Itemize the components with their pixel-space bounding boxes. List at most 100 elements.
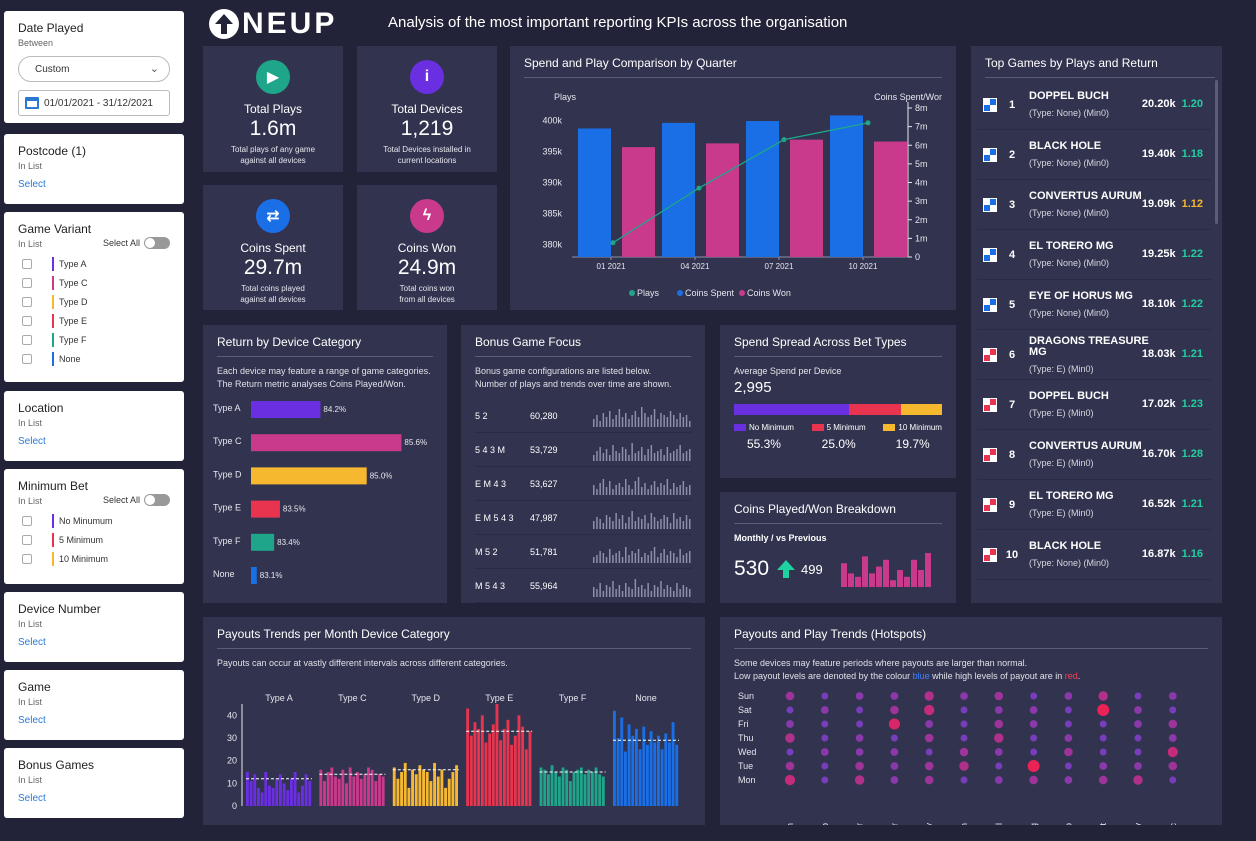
top-game-row[interactable]: 10 BLACK HOLE (Type: None) (Min0) 16.87k 1.1… [977, 530, 1211, 580]
top-game-row[interactable]: 1 DOPPEL BUCH (Type: None) (Min0) 20.20k 1.2… [977, 80, 1211, 130]
sparkline-bar [663, 484, 665, 495]
day-label: Sun [738, 691, 754, 701]
sparkline-bar [644, 552, 646, 563]
sparkline-bar [679, 484, 681, 495]
top-game-row[interactable]: 2 BLACK HOLE (Type: None) (Min0) 19.40k 1.18 [977, 130, 1211, 180]
x-tick-label: 07 2021 [765, 262, 794, 271]
top-game-row[interactable]: 7 DOPPEL BUCH (Type: E) (Min0) 17.02k 1.23 [977, 380, 1211, 430]
location-select-link[interactable]: Select [18, 436, 170, 447]
hotspot-point [994, 776, 1003, 784]
top-game-row[interactable]: 4 EL TORERO MG (Type: None) (Min0) 19.25k 1.… [977, 230, 1211, 280]
bonus-row[interactable]: M 5 4 3 55,964 [475, 569, 691, 603]
toggle-switch[interactable] [144, 236, 170, 249]
bar-coins-won [622, 147, 655, 257]
category-label: Type C [213, 436, 242, 446]
checkbox[interactable] [22, 534, 32, 545]
payout-bar [561, 767, 565, 806]
sparkline-bar [682, 520, 684, 529]
filter-location: Location In List Select [4, 391, 184, 461]
sparkline-bar [647, 448, 649, 461]
payout-bar [620, 717, 624, 806]
payout-bar [293, 772, 297, 806]
checkbox[interactable] [22, 515, 32, 526]
kpi-total-devices: i Total Devices 1,219 Total Devices install… [357, 46, 497, 172]
filter-option[interactable]: Type E [18, 311, 170, 330]
game-values: 17.02k 1.23 [1142, 398, 1203, 410]
select-all-toggle[interactable]: Select All [103, 236, 170, 249]
sparkline-bar [688, 518, 691, 529]
payout-bar [407, 787, 411, 806]
checkbox[interactable] [22, 258, 32, 269]
payout-bar [576, 769, 580, 806]
checkbox[interactable] [22, 553, 32, 564]
payout-bar [616, 738, 620, 806]
filter-option[interactable]: 5 Minimum [18, 530, 170, 549]
filter-option[interactable]: No Minumum [18, 511, 170, 530]
top-game-row[interactable]: 6 DRAGONS TREASURE MG (Type: E) (Min0) 18.0… [977, 330, 1211, 380]
filter-sub: In List [18, 161, 43, 171]
bonus-games-select-link[interactable]: Select [18, 793, 170, 804]
current-value: 530 [734, 557, 770, 580]
game-rank: 3 [1008, 198, 1016, 211]
game-return: 1.22 [1181, 298, 1203, 310]
payout-bar [334, 776, 337, 806]
game-info: CONVERTUS AURUM (Type: E) (Min0) [1029, 441, 1149, 469]
bonus-row[interactable]: 5 2 60,280 [475, 399, 691, 433]
chevron-down-icon: ⌄ [149, 63, 159, 75]
checkbox[interactable] [22, 296, 32, 307]
hotspot-point [1098, 691, 1108, 701]
checkbox[interactable] [22, 315, 32, 326]
legend-pct: 55.3% [746, 437, 781, 451]
return-bar [251, 434, 402, 452]
left-tick-label: 400k [542, 115, 562, 125]
filter-option[interactable]: Type F [18, 330, 170, 349]
bonus-plays: 53,627 [529, 478, 558, 489]
top-game-row[interactable]: 8 CONVERTUS AURUM (Type: E) (Min0) 16.70k 1.… [977, 430, 1211, 480]
sparkline-bar [599, 550, 601, 563]
spread-segment [901, 404, 942, 415]
date-mode-dropdown[interactable]: Custom ⌄ [18, 56, 170, 82]
game-type: (Type: E) (Min0) [1029, 363, 1094, 374]
hotspot-point [1099, 748, 1107, 756]
checkbox[interactable] [22, 277, 32, 288]
top-game-row[interactable]: 9 EL TORERO MG (Type: E) (Min0) 16.52k 1.21 [977, 480, 1211, 530]
bonus-plays: 53,729 [529, 444, 558, 455]
sparkline-bar [608, 516, 611, 529]
game-plays: 17.02k [1141, 398, 1176, 410]
top-game-row[interactable]: 3 CONVERTUS AURUM (Type: None) (Min0) 19.09… [977, 180, 1211, 230]
bonus-row[interactable]: 5 4 3 M 53,729 [475, 433, 691, 467]
filter-option[interactable]: None [18, 349, 170, 368]
payout-bar [440, 769, 444, 806]
sparkline-bar [621, 590, 624, 597]
sparkline-bar [682, 554, 684, 563]
device-number-select-link[interactable]: Select [18, 637, 170, 648]
blue-word: blue [912, 671, 930, 681]
filter-option[interactable]: Type A [18, 254, 170, 273]
sparkline-bar [605, 416, 608, 427]
filter-option[interactable]: 10 Minimum [18, 549, 170, 568]
toggle-switch[interactable] [144, 493, 170, 506]
group-label: Type F [559, 693, 587, 703]
sparkline-bar [682, 452, 684, 461]
scrollbar[interactable] [1215, 80, 1218, 224]
postcode-select-link[interactable]: Select [18, 179, 170, 190]
sparkline-bar [618, 584, 620, 597]
sparkline-bar [634, 578, 636, 597]
bonus-row[interactable]: E M 5 4 3 47,987 [475, 501, 691, 535]
checkbox[interactable] [22, 334, 32, 345]
bonus-row[interactable]: M 5 2 51,781 [475, 535, 691, 569]
sparkline-bar [608, 548, 611, 563]
hotspot-point [1030, 692, 1038, 700]
filter-option[interactable]: Type C [18, 273, 170, 292]
game-select-link[interactable]: Select [18, 715, 170, 726]
top-game-row[interactable]: 5 EYE OF HORUS MG (Type: None) (Min0) 18.10… [977, 280, 1211, 330]
date-range-input[interactable]: 01/01/2021 - 31/12/2021 [18, 90, 170, 116]
filter-option[interactable]: Type D [18, 292, 170, 311]
right-tick-label: 2m [915, 215, 928, 225]
checkbox[interactable] [22, 353, 32, 364]
select-all-toggle[interactable]: Select All [103, 493, 170, 506]
right-tick-label: 4m [915, 178, 928, 188]
bonus-row[interactable]: E M 4 3 53,627 [475, 467, 691, 501]
sparkline-bar [660, 448, 662, 461]
sparkline-bar [637, 476, 640, 495]
